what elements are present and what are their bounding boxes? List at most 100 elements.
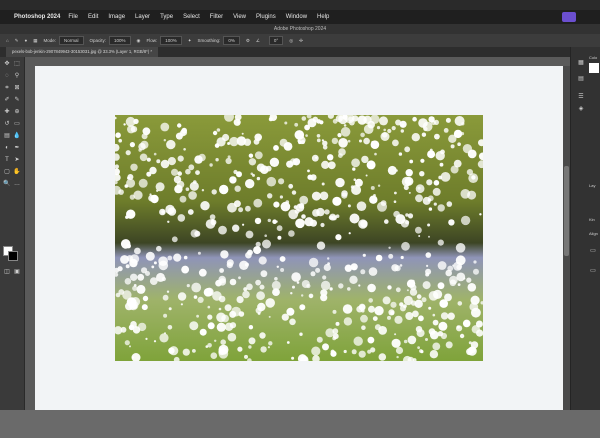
menu-plugins[interactable]: Plugins xyxy=(256,14,276,20)
healing-tool-icon[interactable]: ✚ xyxy=(3,109,11,116)
petal-mark xyxy=(301,135,304,139)
petal-mark xyxy=(437,261,447,270)
petal-mark xyxy=(183,255,188,260)
petal-mark xyxy=(360,314,368,323)
color-preview[interactable] xyxy=(589,63,599,73)
brush-tool-icon[interactable]: ✎ xyxy=(15,38,19,44)
marquee-tool-icon[interactable]: ⬚ xyxy=(13,61,21,68)
shape-tool-icon[interactable]: ▢ xyxy=(3,169,11,176)
petal-mark xyxy=(276,225,283,232)
petal-mark xyxy=(337,133,342,138)
quick-mask-icon[interactable]: ◫ xyxy=(3,269,11,276)
airbrush-icon[interactable]: ✦ xyxy=(188,38,192,44)
petal-mark xyxy=(353,336,363,346)
quick-select-tool-icon[interactable]: ⚲ xyxy=(13,73,21,80)
clone-stamp-tool-icon[interactable]: ⊕ xyxy=(13,109,21,116)
petal-mark xyxy=(390,301,397,308)
document-tab-bar: pexels-bob-jenkin-2907849943-30153031.jp… xyxy=(0,47,570,57)
petal-mark xyxy=(399,120,407,128)
screen-mode-icon[interactable]: ▣ xyxy=(13,269,21,276)
brush-settings-icon[interactable]: ▦ xyxy=(33,38,37,44)
app-menu[interactable]: Photoshop 2024 xyxy=(14,14,60,20)
petal-mark xyxy=(327,257,330,260)
petal-mark xyxy=(300,140,305,145)
petal-mark xyxy=(368,305,375,313)
petal-mark xyxy=(248,158,257,166)
petal-mark xyxy=(149,166,157,175)
petal-mark xyxy=(429,330,439,340)
flow-field[interactable]: 100% xyxy=(160,36,182,45)
opacity-field[interactable]: 100% xyxy=(109,36,131,45)
vertical-scrollbar[interactable] xyxy=(563,66,570,410)
angle-field[interactable]: 0° xyxy=(268,36,284,45)
smoothing-options-icon[interactable]: ⚙ xyxy=(246,38,250,44)
petal-mark xyxy=(130,273,138,281)
adjustments-icon[interactable]: ◈ xyxy=(577,105,585,113)
petal-mark xyxy=(368,298,373,303)
scrollbar-thumb[interactable] xyxy=(564,166,569,256)
menu-layer[interactable]: Layer xyxy=(135,14,150,20)
petal-mark xyxy=(403,339,408,344)
dodge-tool-icon[interactable]: ◐ xyxy=(3,145,11,152)
menu-window[interactable]: Window xyxy=(286,14,307,20)
history-brush-tool-icon[interactable]: ↺ xyxy=(3,121,11,128)
menu-image[interactable]: Image xyxy=(108,14,125,20)
petal-mark xyxy=(454,116,465,126)
petal-mark xyxy=(239,260,249,270)
menu-type[interactable]: Type xyxy=(160,14,173,20)
color-panel-label: Colo xyxy=(589,55,598,60)
path-select-tool-icon[interactable]: ➤ xyxy=(13,157,21,164)
swatches-icon[interactable]: ▦ xyxy=(577,59,585,67)
petal-mark xyxy=(123,123,126,126)
menu-view[interactable]: View xyxy=(233,14,246,20)
petal-mark xyxy=(357,115,367,125)
background-color-swatch[interactable] xyxy=(8,251,18,261)
menu-filter[interactable]: Filter xyxy=(210,14,223,20)
symmetry-icon[interactable]: ✣ xyxy=(299,38,303,44)
pressure-opacity-icon[interactable]: ◉ xyxy=(137,38,141,44)
smoothing-field[interactable]: 0% xyxy=(223,36,240,45)
more-tools-icon[interactable]: … xyxy=(13,181,21,188)
frame-tool-icon[interactable]: ⊠ xyxy=(13,85,21,92)
eyedropper-tool-icon[interactable]: ✐ xyxy=(3,97,11,104)
crop-tool-icon[interactable]: ⌗ xyxy=(3,85,11,92)
petal-mark xyxy=(400,129,404,133)
blur-tool-icon[interactable]: 💧 xyxy=(13,133,21,140)
petal-mark xyxy=(440,149,445,155)
petal-mark xyxy=(419,171,425,177)
properties-icon[interactable]: ☰ xyxy=(577,93,585,101)
document-tab[interactable]: pexels-bob-jenkin-2907849943-30153031.jp… xyxy=(6,47,158,57)
menu-help[interactable]: Help xyxy=(317,14,329,20)
pen-tool-icon[interactable]: ✒ xyxy=(13,145,21,152)
petal-mark xyxy=(405,169,413,177)
petal-mark xyxy=(361,308,365,313)
menu-edit[interactable]: Edit xyxy=(88,14,98,20)
petal-mark xyxy=(291,272,301,282)
home-icon[interactable]: ⌂ xyxy=(6,38,9,43)
status-indicator-icon[interactable] xyxy=(562,12,576,22)
petal-mark xyxy=(290,292,293,295)
eraser-tool-icon[interactable]: ▭ xyxy=(13,121,21,128)
petal-mark xyxy=(212,130,218,136)
move-tool-icon[interactable]: ✥ xyxy=(3,61,11,68)
type-tool-icon[interactable]: T xyxy=(3,157,11,164)
photo-layer[interactable] xyxy=(115,115,483,361)
petal-mark xyxy=(276,265,279,268)
brush-preset-icon[interactable]: ● xyxy=(25,38,28,43)
libraries-icon[interactable]: ▤ xyxy=(577,75,585,83)
layer-row-icon[interactable]: ▭ xyxy=(589,247,597,255)
mode-select[interactable]: Normal xyxy=(59,36,84,45)
petal-mark xyxy=(418,315,424,322)
zoom-tool-icon[interactable]: 🔍 xyxy=(3,181,11,188)
brush-tool-icon[interactable]: ✎ xyxy=(13,97,21,104)
gradient-tool-icon[interactable]: ▤ xyxy=(3,133,11,140)
menu-file[interactable]: File xyxy=(68,14,78,20)
hand-tool-icon[interactable]: ✋ xyxy=(13,169,21,176)
lasso-tool-icon[interactable]: ◌ xyxy=(3,73,11,80)
petal-mark xyxy=(159,333,169,343)
layer-row-icon[interactable]: ▭ xyxy=(589,267,597,275)
pressure-size-icon[interactable]: ◎ xyxy=(289,38,293,44)
petal-mark xyxy=(220,339,226,345)
petal-mark xyxy=(216,128,221,132)
menu-select[interactable]: Select xyxy=(183,14,200,20)
